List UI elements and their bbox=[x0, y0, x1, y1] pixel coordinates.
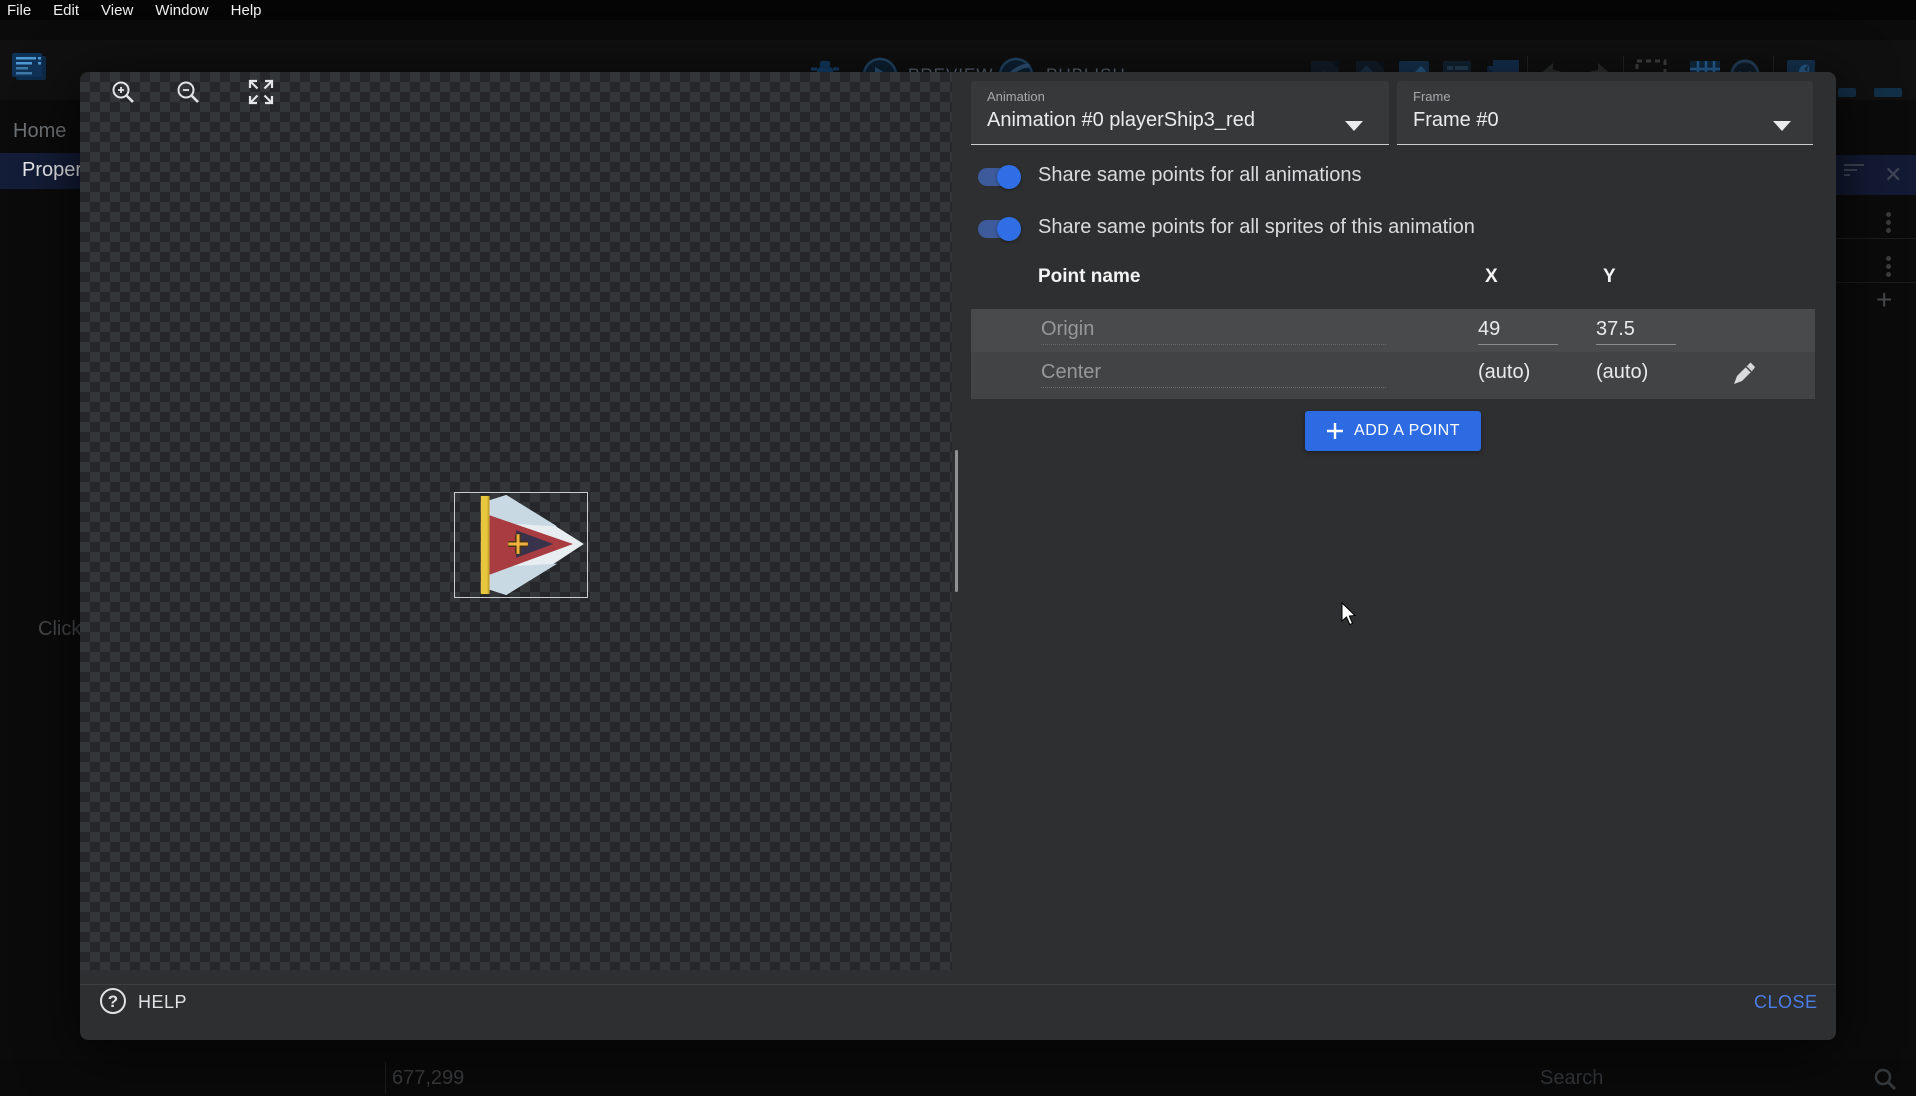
frame-select-label: Frame bbox=[1413, 89, 1451, 104]
menu-view[interactable]: View bbox=[101, 2, 133, 19]
animation-select-value: Animation #0 playerShip3_red bbox=[987, 109, 1255, 132]
edit-points-dialog: Animation Animation #0 playerShip3_red F… bbox=[80, 72, 1836, 1040]
player-ship-sprite bbox=[455, 493, 587, 597]
share-points-all-sprites-label: Share same points for all sprites of thi… bbox=[1038, 216, 1475, 239]
point-name: Origin bbox=[1041, 318, 1386, 345]
zoom-out-icon[interactable] bbox=[174, 78, 204, 108]
edit-point-icon[interactable] bbox=[1729, 360, 1757, 388]
panel-hint-text: Click bbox=[38, 618, 80, 641]
point-y-field[interactable]: (auto) bbox=[1596, 361, 1676, 387]
canvas-vertical-scrollbar[interactable] bbox=[955, 450, 958, 592]
row-separator bbox=[1836, 238, 1916, 239]
status-bar: 677,299 bbox=[0, 1060, 1916, 1096]
tab-home[interactable]: Home bbox=[13, 120, 66, 143]
properties-panel-header bbox=[1836, 155, 1916, 195]
add-row-icon[interactable]: + bbox=[1876, 284, 1892, 316]
row-menu-icon[interactable] bbox=[1886, 256, 1891, 261]
project-manager-icon[interactable] bbox=[8, 52, 50, 87]
help-button[interactable]: HELP bbox=[138, 992, 187, 1013]
toolbar-fragment bbox=[1838, 88, 1856, 97]
fit-to-screen-icon[interactable] bbox=[246, 77, 276, 107]
add-point-label: ADD A POINT bbox=[1354, 422, 1460, 440]
filter-icon[interactable] bbox=[1844, 161, 1864, 176]
statusbar-divider bbox=[385, 1062, 386, 1094]
frame-select-value: Frame #0 bbox=[1413, 109, 1499, 132]
toolbar-fragment bbox=[1874, 88, 1902, 97]
mouse-cursor bbox=[1341, 602, 1357, 626]
search-icon[interactable] bbox=[1872, 1066, 1898, 1092]
zoom-in-icon[interactable] bbox=[109, 78, 139, 108]
footer-divider bbox=[80, 984, 1836, 985]
point-name: Center bbox=[1041, 361, 1386, 388]
column-header-y: Y bbox=[1603, 266, 1616, 288]
chevron-down-icon bbox=[1345, 121, 1363, 131]
menu-help[interactable]: Help bbox=[231, 2, 262, 19]
question-mark: ? bbox=[108, 992, 118, 1011]
menu-file[interactable]: File bbox=[7, 2, 31, 19]
animation-select-label: Animation bbox=[987, 89, 1045, 104]
tab-properties-label: Proper bbox=[22, 159, 80, 182]
share-points-all-sprites-toggle[interactable] bbox=[978, 220, 1018, 238]
add-point-button[interactable]: ADD A POINT bbox=[1305, 411, 1481, 451]
close-button[interactable]: CLOSE bbox=[1754, 992, 1818, 1013]
animation-select[interactable]: Animation Animation #0 playerShip3_red bbox=[971, 81, 1389, 145]
menu-bar: File Edit View Window Help bbox=[0, 0, 1916, 20]
help-icon[interactable]: ? bbox=[100, 988, 126, 1014]
plus-icon bbox=[1326, 422, 1344, 440]
panel-close-icon[interactable]: ✕ bbox=[1884, 162, 1902, 188]
column-header-x: X bbox=[1485, 266, 1498, 288]
menu-window[interactable]: Window bbox=[155, 2, 208, 19]
point-x-field[interactable]: (auto) bbox=[1478, 361, 1558, 387]
sprite-canvas[interactable] bbox=[80, 72, 952, 970]
chevron-down-icon bbox=[1773, 121, 1791, 131]
table-row-origin: Origin 49 37.5 bbox=[971, 309, 1815, 352]
frame-select[interactable]: Frame Frame #0 bbox=[1397, 81, 1813, 145]
point-x-field[interactable]: 49 bbox=[1478, 318, 1558, 345]
sprite-selection-rect[interactable] bbox=[454, 492, 588, 598]
point-y-field[interactable]: 37.5 bbox=[1596, 318, 1676, 345]
tab-properties[interactable]: Proper bbox=[0, 153, 80, 189]
menu-edit[interactable]: Edit bbox=[53, 2, 79, 19]
column-header-name: Point name bbox=[1038, 266, 1140, 288]
search-input[interactable] bbox=[1540, 1064, 1860, 1092]
share-points-all-animations-toggle[interactable] bbox=[978, 168, 1018, 186]
table-row-center: Center (auto) (auto) bbox=[971, 352, 1815, 399]
cursor-coordinates: 677,299 bbox=[392, 1067, 464, 1090]
share-points-all-animations-label: Share same points for all animations bbox=[1038, 164, 1362, 187]
row-menu-icon[interactable] bbox=[1886, 212, 1891, 217]
row-separator bbox=[1836, 282, 1916, 283]
